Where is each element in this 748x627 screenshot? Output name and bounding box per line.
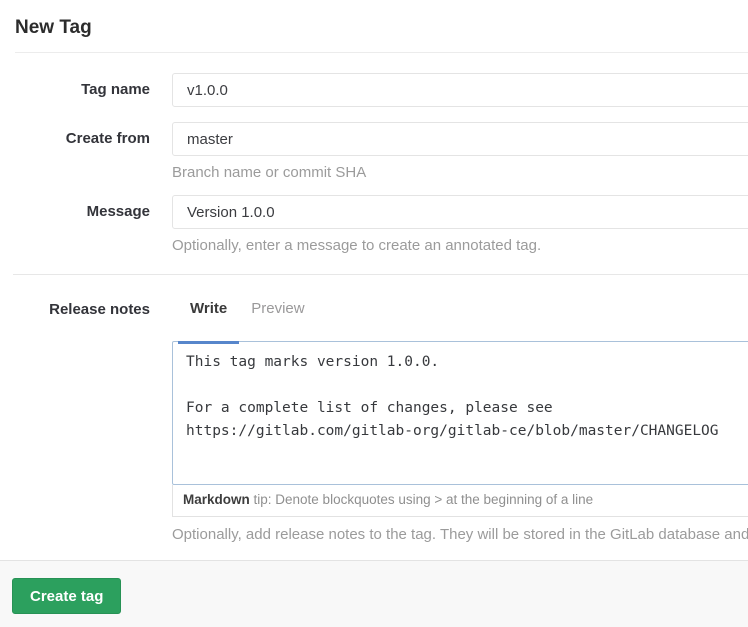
- release-notes-row: Release notes Write Preview This tag mar…: [0, 299, 748, 544]
- create-from-label: Create from: [0, 122, 150, 182]
- create-from-input[interactable]: [172, 122, 748, 156]
- tag-name-input[interactable]: [172, 73, 748, 107]
- create-from-row: Create from Branch name or commit SHA: [0, 122, 748, 182]
- create-from-help: Branch name or commit SHA: [172, 164, 748, 182]
- create-tag-button[interactable]: Create tag: [12, 578, 121, 614]
- page-title: New Tag: [15, 16, 733, 39]
- tag-name-row: Tag name: [0, 73, 748, 107]
- release-notes-help: Optionally, add release notes to the tag…: [172, 526, 748, 544]
- release-notes-tabs: Write Preview: [178, 299, 748, 344]
- message-input[interactable]: [172, 195, 748, 229]
- message-row: Message Optionally, enter a message to c…: [0, 195, 748, 255]
- tab-write[interactable]: Write: [178, 299, 239, 344]
- tab-preview[interactable]: Preview: [239, 299, 316, 344]
- release-notes-label: Release notes: [0, 299, 150, 544]
- section-divider: [13, 274, 748, 275]
- tag-name-label: Tag name: [0, 73, 150, 107]
- release-notes-textarea[interactable]: This tag marks version 1.0.0. For a comp…: [172, 341, 748, 485]
- markdown-tip-bar: Markdown tip: Denote blockquotes using >…: [172, 485, 748, 517]
- new-tag-form: Tag name Create from Branch name or comm…: [0, 53, 748, 544]
- form-footer: Create tag: [0, 560, 748, 627]
- markdown-tip-text: tip: Denote blockquotes using > at the b…: [250, 492, 593, 507]
- message-help: Optionally, enter a message to create an…: [172, 237, 748, 255]
- message-label: Message: [0, 195, 150, 255]
- page-header: New Tag: [0, 0, 748, 39]
- markdown-tip-bold: Markdown: [183, 492, 250, 507]
